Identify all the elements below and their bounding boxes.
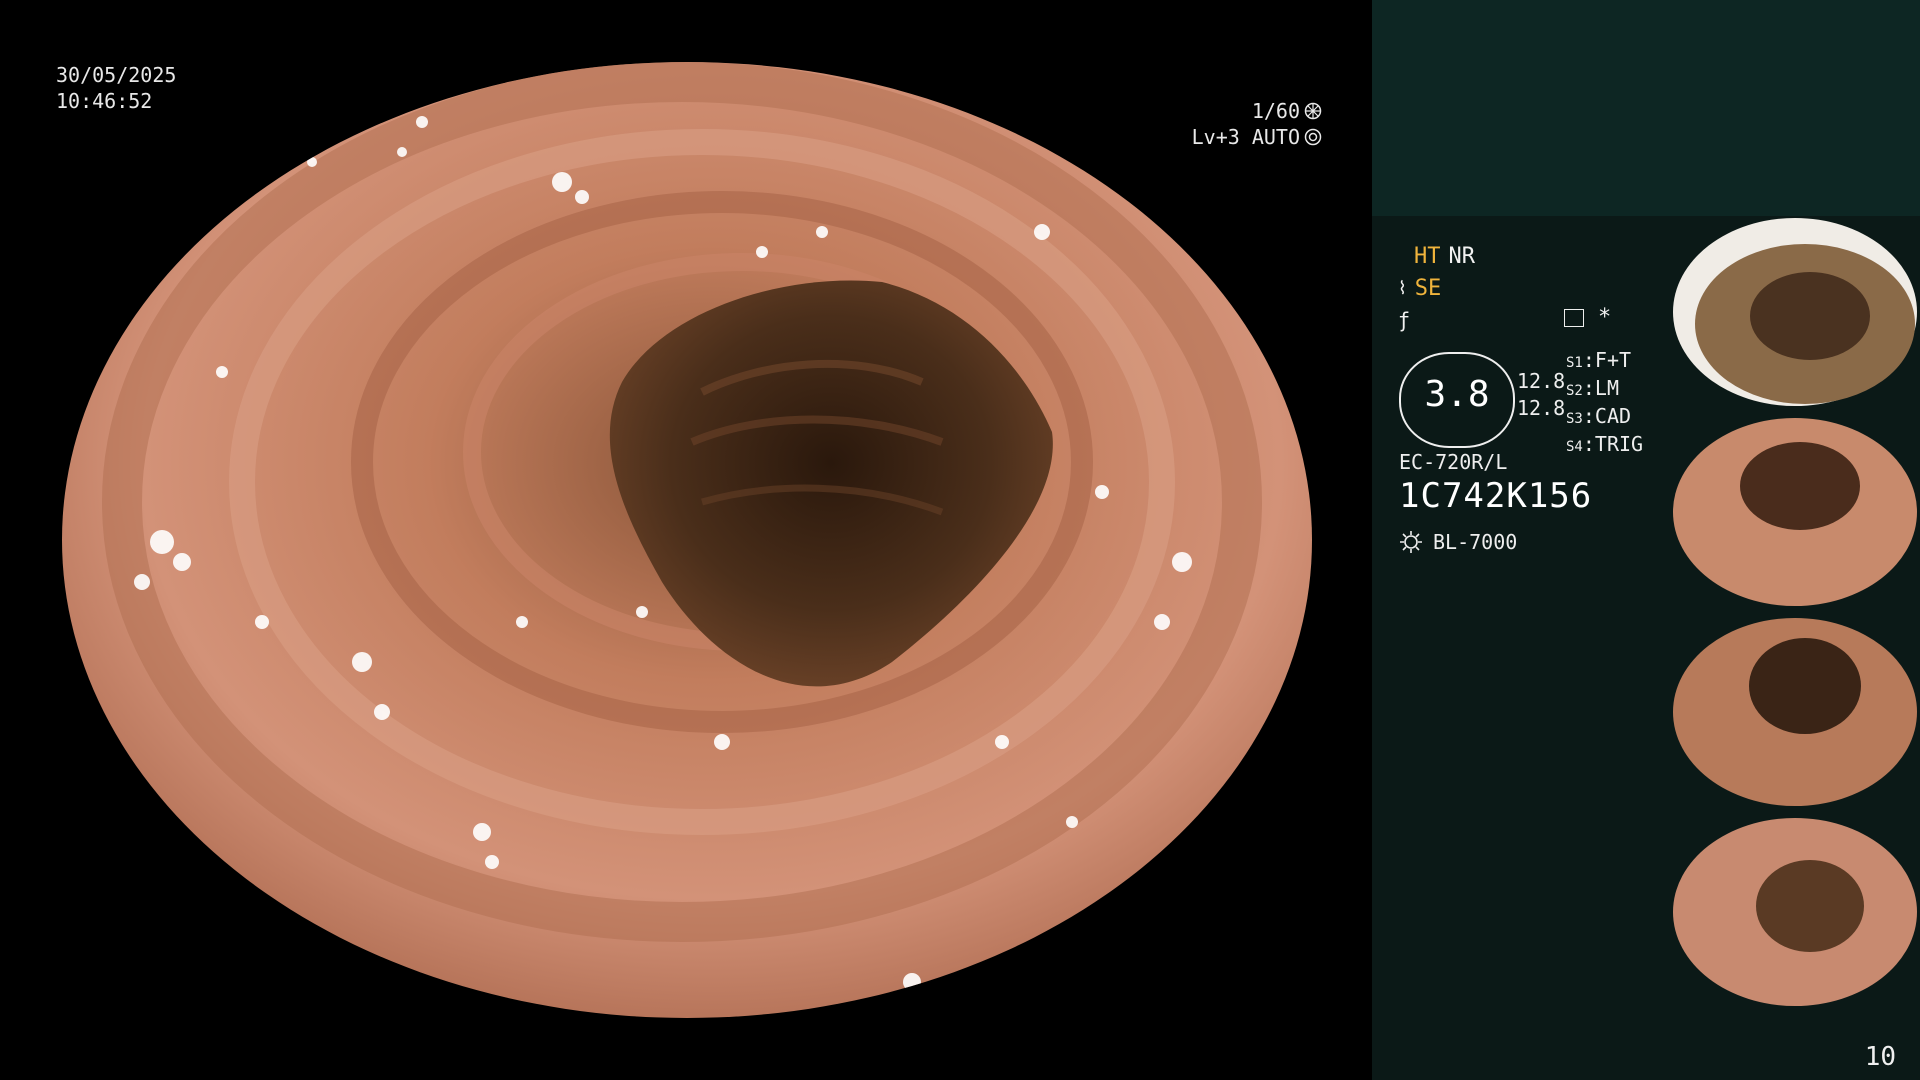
- color-mode-icon: ƒ: [1398, 308, 1411, 332]
- structure-enhance-icon: ⌇: [1398, 277, 1407, 299]
- exposure-row: Lv+3 AUTO: [1192, 124, 1322, 150]
- thumbnail-4[interactable]: [1670, 816, 1920, 1008]
- asterisk-indicator: *: [1598, 305, 1612, 330]
- record-list-icon: [1564, 308, 1584, 327]
- captured-thumbnails: [1670, 216, 1920, 1016]
- shutter-text: 1/60: [1251, 99, 1300, 123]
- nr-label: NR: [1448, 243, 1476, 269]
- endoscopic-image: [62, 62, 1312, 1018]
- gauge-readout-2: 12.8: [1517, 396, 1566, 420]
- scope-switch-assignments: S1:F+T S2:LM S3:CAD S4:TRIG: [1566, 348, 1643, 460]
- gauge-readout-1: 12.8: [1517, 369, 1566, 393]
- status-icons: *: [1564, 305, 1611, 330]
- thumbnail-3[interactable]: [1670, 616, 1920, 808]
- light-source-text: BL-7000: [1433, 530, 1518, 554]
- zoom-gauge: 3.8: [1399, 352, 1515, 448]
- shutter-icon: [1304, 102, 1322, 120]
- thumbnail-3-image: [1673, 618, 1917, 806]
- processing-settings: HT NR ⌇ SE ƒ: [1398, 240, 1475, 336]
- endoscope-video-area: 30/05/2025 10:46:52 1/60 Lv+3 AUTO: [0, 0, 1372, 1080]
- exposure-overlay: 1/60 Lv+3 AUTO: [1192, 98, 1322, 150]
- color-mode-row: ƒ: [1398, 304, 1475, 336]
- light-source-icon: [1400, 531, 1422, 553]
- ht-label: HT: [1414, 243, 1441, 269]
- colon-lumen-image: [62, 62, 1312, 1018]
- thumbnail-1-image: [1673, 218, 1917, 406]
- switch-s3: S3:CAD: [1566, 404, 1632, 428]
- gauge-readouts: 12.8 12.8: [1517, 368, 1565, 422]
- ht-nr-row: HT NR: [1398, 240, 1475, 272]
- switch-s2: S2:LM: [1566, 376, 1619, 400]
- se-row: ⌇ SE: [1398, 272, 1475, 304]
- panel-header-area: [1372, 0, 1920, 216]
- scope-serial: 1C742K156: [1399, 476, 1593, 516]
- shutter-row: 1/60: [1192, 98, 1322, 124]
- light-source-row: BL-7000: [1399, 530, 1517, 554]
- switch-s1: S1:F+T: [1566, 348, 1632, 372]
- date-text: 30/05/2025: [56, 63, 177, 87]
- datetime-overlay: 30/05/2025 10:46:52: [56, 62, 176, 114]
- gauge-value: 3.8: [1424, 374, 1490, 415]
- thumbnail-2[interactable]: [1670, 416, 1920, 608]
- se-label: SE: [1414, 275, 1442, 301]
- page-number: 10: [1864, 1042, 1896, 1072]
- iris-icon: [1304, 128, 1322, 146]
- scope-model: EC-720R/L: [1399, 450, 1508, 474]
- switch-s4: S4:TRIG: [1566, 432, 1644, 456]
- thumbnail-1[interactable]: [1670, 216, 1920, 408]
- exposure-text: Lv+3 AUTO: [1191, 125, 1300, 149]
- time-text: 10:46:52: [56, 89, 153, 113]
- thumbnail-4-image: [1673, 818, 1917, 1006]
- thumbnail-2-image: [1673, 418, 1917, 606]
